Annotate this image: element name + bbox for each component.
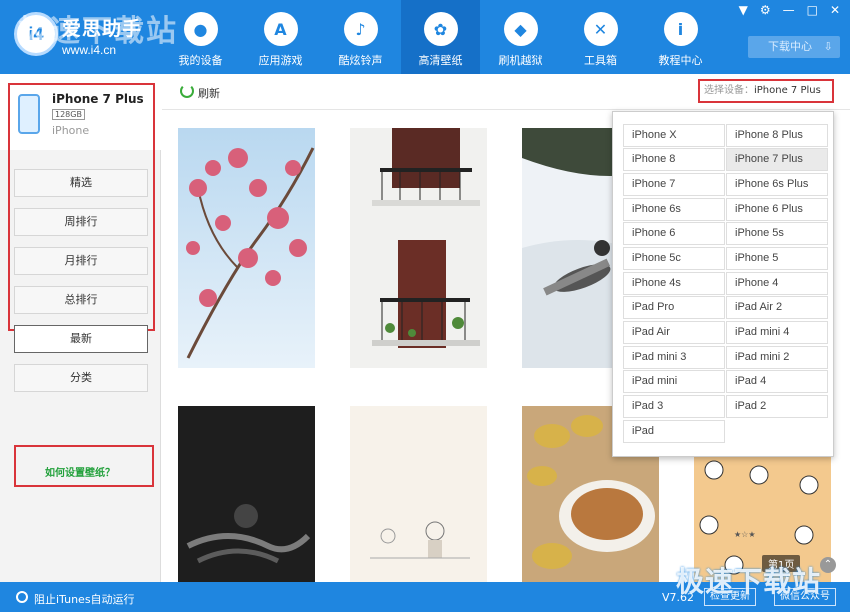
appstore-icon: A bbox=[263, 12, 298, 46]
device-option[interactable]: iPhone 6s Plus bbox=[726, 173, 828, 196]
wallpaper-smoke[interactable] bbox=[178, 406, 315, 582]
device-option[interactable]: iPad bbox=[623, 420, 725, 443]
sidebar-item-monthly[interactable]: 月排行 bbox=[14, 247, 148, 275]
sidebar-item-featured[interactable]: 精选 bbox=[14, 169, 148, 197]
nav-label: 教程中心 bbox=[658, 54, 703, 67]
window-controls: ▼ ⚙ — □ ✕ bbox=[739, 3, 840, 17]
device-option[interactable]: iPad 4 bbox=[726, 370, 828, 393]
bell-icon: ♪ bbox=[343, 12, 378, 46]
nav-label: 刷机越狱 bbox=[498, 54, 543, 67]
nav-label: 我的设备 bbox=[178, 54, 223, 67]
device-option[interactable]: iPad mini 3 bbox=[623, 346, 725, 369]
wallpaper-sketch[interactable] bbox=[350, 406, 487, 582]
itunes-toggle[interactable] bbox=[16, 591, 28, 603]
device-option[interactable]: iPad mini bbox=[623, 370, 725, 393]
smoke-image bbox=[178, 406, 315, 582]
svg-text:★☆★: ★☆★ bbox=[734, 530, 756, 539]
device-option[interactable]: iPad 3 bbox=[623, 395, 725, 418]
device-option[interactable]: iPad mini 2 bbox=[726, 346, 828, 369]
shirt-icon[interactable]: ▼ bbox=[739, 3, 748, 17]
nav-my-device[interactable]: ● 我的设备 bbox=[161, 0, 240, 74]
refresh-icon[interactable] bbox=[180, 84, 194, 98]
nav-toolbox[interactable]: ✕ 工具箱 bbox=[561, 0, 640, 74]
blossom-image bbox=[178, 128, 315, 368]
watermark-bottom: 极速下载站 bbox=[676, 565, 822, 598]
device-option[interactable]: iPhone 6 bbox=[623, 222, 725, 245]
itunes-label[interactable]: 阻止iTunes自动运行 bbox=[34, 591, 135, 607]
refresh-button[interactable]: 刷新 bbox=[198, 85, 220, 101]
sidebar-item-latest[interactable]: 最新 bbox=[14, 325, 148, 353]
info-icon: i bbox=[663, 12, 698, 46]
device-option[interactable]: iPhone X bbox=[623, 124, 725, 147]
nav-label: 高清壁纸 bbox=[418, 54, 463, 67]
sidebar-item-weekly[interactable]: 周排行 bbox=[14, 208, 148, 236]
wallpaper-balcony[interactable] bbox=[350, 128, 487, 368]
device-option[interactable]: iPad Air 2 bbox=[726, 296, 828, 319]
device-option[interactable]: iPad Pro bbox=[623, 296, 725, 319]
device-option-selected[interactable]: iPhone 7 Plus bbox=[726, 148, 828, 171]
device-option[interactable]: iPhone 4s bbox=[623, 272, 725, 295]
nav-wallpapers[interactable]: ✿ 高清壁纸 bbox=[401, 0, 480, 74]
watermark-top: 极速下载站 bbox=[18, 14, 178, 49]
nav-label: 酷炫铃声 bbox=[338, 54, 383, 67]
wallpaper-blossom[interactable] bbox=[178, 128, 315, 368]
device-select[interactable]: 选择设备：iPhone 7 Plus bbox=[698, 79, 834, 103]
download-center-label: 下载中心 bbox=[768, 40, 812, 53]
apple-icon: ● bbox=[183, 12, 218, 46]
tools-icon: ✕ bbox=[583, 12, 618, 46]
nav-tutorials[interactable]: i 教程中心 bbox=[641, 0, 720, 74]
nav-apps-games[interactable]: A 应用游戏 bbox=[241, 0, 320, 74]
flower-icon: ✿ bbox=[423, 12, 458, 46]
device-option[interactable]: iPad 2 bbox=[726, 395, 828, 418]
download-center-button[interactable]: 下载中心 ⇩ bbox=[748, 36, 840, 58]
sketch-image bbox=[350, 406, 487, 582]
top-bar: i4 爱思助手 www.i4.cn 极速下载站 ● 我的设备 A 应用游戏 ♪ … bbox=[0, 0, 850, 74]
device-option[interactable]: iPad Air bbox=[623, 321, 725, 344]
device-option[interactable]: iPhone 8 bbox=[623, 148, 725, 171]
device-option[interactable]: iPhone 7 bbox=[623, 173, 725, 196]
balcony-image bbox=[350, 128, 487, 368]
nav-label: 应用游戏 bbox=[258, 54, 303, 67]
sidebar-item-total[interactable]: 总排行 bbox=[14, 286, 148, 314]
device-option[interactable]: iPhone 8 Plus bbox=[726, 124, 828, 147]
maximize-icon[interactable]: □ bbox=[807, 3, 818, 17]
nav-label: 工具箱 bbox=[584, 54, 617, 67]
device-option[interactable]: iPhone 6s bbox=[623, 198, 725, 221]
device-option[interactable]: iPhone 4 bbox=[726, 272, 828, 295]
help-link[interactable]: 如何设置壁纸？ bbox=[45, 464, 115, 479]
settings-icon[interactable]: ⚙ bbox=[760, 3, 771, 17]
sidebar-item-category[interactable]: 分类 bbox=[14, 364, 148, 392]
device-option[interactable]: iPhone 5 bbox=[726, 247, 828, 270]
download-icon: ⇩ bbox=[823, 40, 833, 53]
device-option[interactable]: iPhone 5c bbox=[623, 247, 725, 270]
close-icon[interactable]: ✕ bbox=[830, 3, 840, 17]
device-option[interactable]: iPad mini 4 bbox=[726, 321, 828, 344]
nav-ringtones[interactable]: ♪ 酷炫铃声 bbox=[321, 0, 400, 74]
device-option[interactable]: iPhone 5s bbox=[726, 222, 828, 245]
scroll-top-button[interactable]: ⌃ bbox=[820, 557, 836, 573]
device-select-value: iPhone 7 Plus bbox=[754, 85, 821, 96]
minimize-icon[interactable]: — bbox=[783, 3, 795, 17]
device-option[interactable]: iPhone 6 Plus bbox=[726, 198, 828, 221]
device-select-label: 选择设备： bbox=[704, 85, 754, 96]
dropbox-icon: ◆ bbox=[503, 12, 538, 46]
nav-flash-jailbreak[interactable]: ◆ 刷机越狱 bbox=[481, 0, 560, 74]
